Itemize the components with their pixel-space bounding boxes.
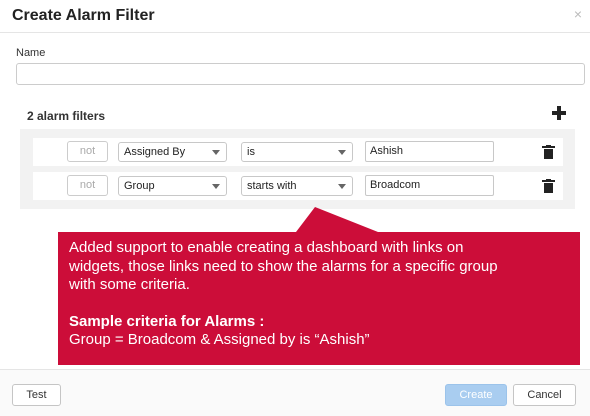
callout-example: Group = Broadcom & Assigned by is “Ashis… [69,331,370,348]
filters-panel: not Assigned By is Ashish not Group star… [20,129,575,209]
filter-row: not Group starts with Broadcom [33,172,563,200]
chevron-down-icon [338,184,346,189]
callout-text: Added support to enable creating a dashb… [69,239,569,350]
trash-icon[interactable] [542,179,555,193]
callout-line: widgets, those links need to show the al… [69,257,498,275]
operator-select[interactable]: is [241,142,353,162]
name-label: Name [16,47,46,59]
create-alarm-filter-dialog: Create Alarm Filter × Name 2 alarm filte… [0,0,590,416]
value-input[interactable]: Ashish [365,141,494,162]
not-toggle-button[interactable]: not [67,141,108,162]
filter-row: not Assigned By is Ashish [33,138,563,166]
dialog-footer: Test Create Cancel [0,369,590,416]
callout-line: with some criteria. [69,276,190,293]
field-select[interactable]: Group [118,176,227,196]
filters-count-heading: 2 alarm filters [27,109,106,123]
chevron-down-icon [338,150,346,155]
field-select-value: Assigned By [124,146,186,158]
field-select-value: Group [124,180,155,192]
operator-select-value: starts with [247,180,297,192]
annotation-callout: Added support to enable creating a dashb… [58,207,580,365]
chevron-down-icon [212,150,220,155]
field-select[interactable]: Assigned By [118,142,227,162]
dialog-title: Create Alarm Filter [12,7,155,24]
callout-heading: Sample criteria for Alarms : [69,312,265,330]
test-button[interactable]: Test [12,384,61,406]
cancel-button[interactable]: Cancel [513,384,576,406]
operator-select[interactable]: starts with [241,176,353,196]
value-input[interactable]: Broadcom [365,175,494,196]
plus-icon[interactable] [551,105,567,121]
trash-icon[interactable] [542,145,555,159]
chevron-down-icon [212,184,220,189]
not-toggle-button[interactable]: not [67,175,108,196]
create-button[interactable]: Create [445,384,507,406]
callout-line: Added support to enable creating a dashb… [69,239,464,256]
operator-select-value: is [247,146,255,158]
dialog-header: Create Alarm Filter × [0,0,590,33]
close-icon[interactable]: × [574,6,582,22]
name-input[interactable] [16,63,585,85]
